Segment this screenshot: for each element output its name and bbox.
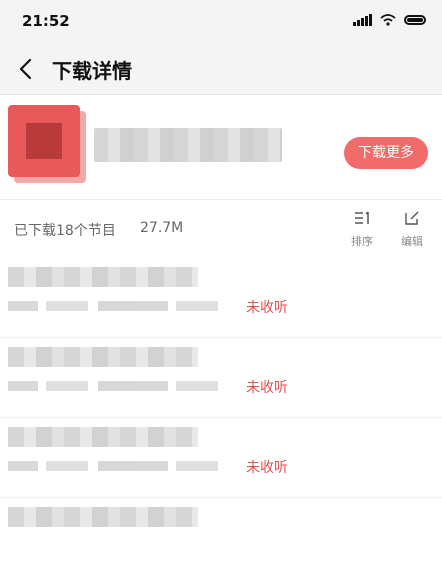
battery-icon — [404, 15, 426, 25]
edit-label: 编辑 — [401, 235, 423, 248]
episode-status: 未收听 — [246, 380, 288, 396]
episode-row[interactable]: 未收听 — [0, 337, 442, 418]
episode-title-blurred — [8, 427, 198, 447]
sort-icon — [355, 211, 369, 224]
signal-icon — [353, 14, 372, 26]
back-arrow-icon[interactable] — [14, 56, 38, 82]
album-cover[interactable] — [8, 105, 80, 177]
edit-button[interactable]: 编辑 — [392, 209, 432, 249]
episode-title-blurred — [8, 267, 198, 287]
top-nav-bar: 下载详情 — [0, 44, 442, 95]
episode-meta-blurred — [8, 381, 222, 391]
episode-status: 未收听 — [246, 460, 288, 476]
edit-icon — [405, 211, 419, 225]
sort-button[interactable]: 排序 — [342, 209, 382, 249]
download-stats-bar: 已下载18个节目 27.7M 排序 编辑 — [0, 199, 442, 257]
episode-title-blurred — [8, 347, 198, 367]
episode-status: 未收听 — [246, 300, 288, 316]
album-title-blurred — [94, 128, 282, 162]
download-count: 已下载18个节目 — [14, 223, 116, 239]
sort-label: 排序 — [351, 235, 373, 248]
download-more-button[interactable]: 下载更多 — [344, 137, 428, 169]
episode-title-blurred — [8, 507, 198, 527]
episode-meta-blurred — [8, 301, 222, 311]
download-size: 27.7M — [140, 220, 184, 236]
episode-meta-blurred — [8, 461, 222, 471]
wifi-icon — [380, 14, 396, 26]
status-icons — [353, 14, 426, 26]
status-time: 21:52 — [22, 12, 70, 30]
status-bar: 21:52 — [0, 0, 442, 44]
episode-row[interactable]: 未收听 — [0, 417, 442, 498]
episode-row[interactable] — [0, 497, 442, 577]
episode-row[interactable]: 未收听 — [0, 257, 442, 338]
page-title: 下载详情 — [52, 59, 132, 83]
